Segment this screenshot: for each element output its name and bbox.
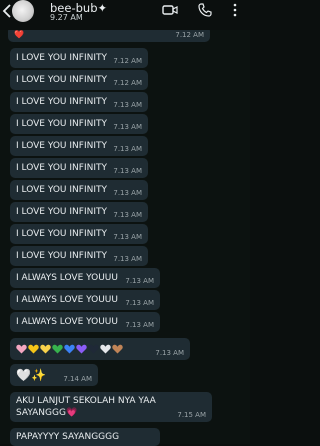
message-text: PAPAYYYY SAYANGGGG [16, 432, 120, 442]
message-text: I ALWAYS LOVE YOUUU [16, 295, 118, 305]
message-bubble[interactable]: I LOVE YOU INFINITY 7.13 AM [10, 180, 148, 200]
last-message-bubble[interactable]: PAPAYYYY SAYANGGGG [10, 428, 160, 446]
message-time: 7.13 AM [113, 233, 142, 241]
message-time: 7.13 AM [113, 211, 142, 219]
heart-icon [76, 344, 87, 354]
more-options-icon[interactable] [232, 3, 238, 17]
message-text: I ALWAYS LOVE YOUUU [16, 273, 118, 283]
heart-icon [40, 344, 51, 354]
message-bubble[interactable]: I ALWAYS LOVE YOUUU 7.13 AM [10, 312, 160, 332]
message-bubble[interactable]: I ALWAYS LOVE YOUUU 7.13 AM [10, 290, 160, 310]
heart-emoji: ❤️ [14, 29, 24, 39]
heart-icon [52, 344, 63, 354]
message-bubble[interactable]: I LOVE YOU INFINITY 7.13 AM [10, 92, 148, 112]
white-heart-message[interactable]: 🤍✨ 7.14 AM [10, 364, 98, 386]
message-text: AKU LANJUT SEKOLAH NYA YAA SAYANGGG💗 [16, 396, 156, 418]
hearts-message[interactable]: 7.13 AM [10, 338, 190, 360]
message-time: 7.12 AM [113, 79, 142, 87]
message-time: 7.13 AM [113, 123, 142, 131]
school-message[interactable]: AKU LANJUT SEKOLAH NYA YAA SAYANGGG💗 7.1… [10, 392, 212, 422]
message-time: 7.12 AM [113, 57, 142, 65]
message-bubble[interactable]: I LOVE YOU INFINITY 7.13 AM [10, 224, 148, 244]
message-time: 7.13 AM [113, 167, 142, 175]
last-seen-status: 9.27 AM [50, 13, 83, 22]
message-time: 7.13 AM [125, 299, 154, 307]
message-time: 7.14 AM [63, 375, 92, 383]
phone-call-icon[interactable] [198, 3, 212, 17]
message-text: I LOVE YOU INFINITY [16, 207, 107, 217]
message-time: 7.13 AM [113, 145, 142, 153]
heart-icon [112, 344, 123, 354]
heart-icon [64, 344, 75, 354]
message-bubble[interactable]: I LOVE YOU INFINITY 7.13 AM [10, 136, 148, 156]
message-text: I LOVE YOU INFINITY [16, 163, 107, 173]
message-text: I LOVE YOU INFINITY [16, 229, 107, 239]
contact-avatar[interactable] [12, 0, 34, 22]
back-arrow-icon[interactable] [2, 4, 12, 18]
message-bubble[interactable]: I LOVE YOU INFINITY 7.13 AM [10, 202, 148, 222]
message-bubble[interactable]: I LOVE YOU INFINITY 7.13 AM [10, 114, 148, 134]
message-time: 7.13 AM [113, 101, 142, 109]
message-time: 7.12 AM [175, 31, 204, 39]
white-heart-sparkles-emoji: 🤍✨ [16, 368, 46, 382]
message-text: I LOVE YOU INFINITY [16, 251, 107, 261]
message-time: 7.15 AM [177, 411, 206, 419]
heart-icon [16, 344, 27, 354]
message-time: 7.13 AM [155, 349, 184, 357]
video-call-icon[interactable] [162, 3, 178, 17]
message-time: 7.13 AM [125, 321, 154, 329]
message-time: 7.13 AM [125, 277, 154, 285]
message-bubble[interactable]: I ALWAYS LOVE YOUUU 7.13 AM [10, 268, 160, 288]
message-bubble[interactable]: I LOVE YOU INFINITY 7.13 AM [10, 158, 148, 178]
message-time: 7.13 AM [113, 189, 142, 197]
message-bubble[interactable]: I LOVE YOU INFINITY 7.13 AM [10, 246, 148, 266]
message-text: I LOVE YOU INFINITY [16, 119, 107, 129]
message-text: I ALWAYS LOVE YOUUU [16, 317, 118, 327]
message-time: 7.13 AM [113, 255, 142, 263]
chat-header: bee-bub✦ 9.27 AM [0, 0, 250, 30]
hearts-emoji-row [16, 344, 123, 354]
message-text: I LOVE YOU INFINITY [16, 141, 107, 151]
heart-icon [28, 344, 39, 354]
heart-icon [100, 344, 111, 354]
message-text: I LOVE YOU INFINITY [16, 97, 107, 107]
message-bubble[interactable]: I LOVE YOU INFINITY 7.12 AM [10, 70, 148, 90]
message-text: I LOVE YOU INFINITY [16, 75, 107, 85]
heart-icon [88, 344, 99, 354]
message-text: I LOVE YOU INFINITY [16, 185, 107, 195]
message-bubble[interactable]: I LOVE YOU INFINITY 7.12 AM [10, 48, 148, 68]
message-text: I LOVE YOU INFINITY [16, 53, 107, 63]
